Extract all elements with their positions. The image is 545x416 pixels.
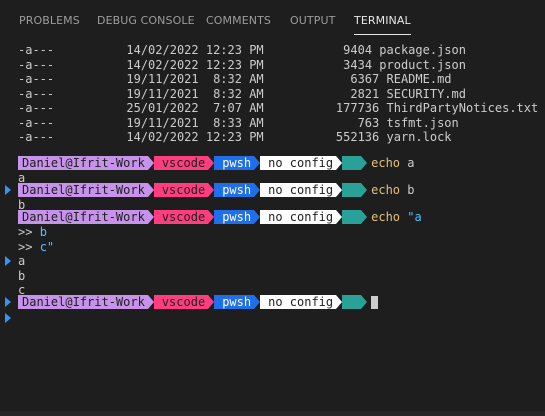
tab-comments[interactable]: COMMENTS bbox=[206, 14, 271, 36]
prompt-config-segment: no config bbox=[260, 210, 337, 224]
segment-separator-icon bbox=[361, 156, 368, 170]
command-text: echo bbox=[371, 209, 401, 224]
prompt-dir-segment: vscode bbox=[153, 183, 209, 197]
tab-debug-console[interactable]: DEBUG CONSOLE bbox=[97, 14, 195, 36]
file-row: -a--- 19/11/2021 8:32 AM 2821 SECURITY.m… bbox=[18, 86, 466, 101]
prompt-git-segment bbox=[342, 156, 362, 170]
file-row: -a--- 19/11/2021 8:33 AM 763 tsfmt.json bbox=[18, 115, 459, 130]
prompt-line: Daniel@Ifrit-Work vscode pwsh no config ech… bbox=[18, 156, 415, 170]
prompt-git-segment bbox=[342, 210, 362, 224]
panel-bottom-edge bbox=[0, 411, 545, 416]
prompt-git-segment bbox=[342, 183, 362, 197]
segment-separator-icon bbox=[361, 210, 368, 224]
prompt-config-segment: no config bbox=[260, 295, 337, 309]
command-arg: "a bbox=[407, 209, 422, 224]
prompt-shell-segment: pwsh bbox=[214, 156, 255, 170]
segment-separator-icon bbox=[361, 183, 368, 197]
prompt-line: Daniel@Ifrit-Work vscode pwsh no config ech… bbox=[18, 210, 422, 224]
prompt-line-current: Daniel@Ifrit-Work vscode pwsh no config bbox=[18, 295, 379, 309]
prompt-config-segment: no config bbox=[260, 156, 337, 170]
prompt-shell-segment: pwsh bbox=[214, 295, 255, 309]
command-text: echo bbox=[371, 155, 401, 170]
file-row: -a--- 14/02/2022 12:23 PM 3434 product.j… bbox=[18, 57, 466, 72]
continuation-line: >> c" bbox=[18, 239, 55, 254]
file-row: -a--- 19/11/2021 8:32 AM 6367 README.md bbox=[18, 72, 452, 86]
prompt-config-segment: no config bbox=[260, 183, 337, 197]
output-line: a bbox=[18, 254, 26, 268]
command-decoration-icon[interactable] bbox=[4, 312, 12, 324]
output-line: b bbox=[18, 268, 26, 283]
command-decoration-icon[interactable] bbox=[4, 255, 12, 267]
continuation-line: >> b bbox=[18, 225, 47, 239]
command-decoration-icon[interactable] bbox=[4, 184, 12, 196]
prompt-shell-segment: pwsh bbox=[214, 183, 255, 197]
text-cursor[interactable] bbox=[371, 295, 379, 309]
tab-problems[interactable]: PROBLEMS bbox=[19, 14, 80, 36]
prompt-line: Daniel@Ifrit-Work vscode pwsh no config ech… bbox=[18, 183, 415, 197]
prompt-dir-segment: vscode bbox=[153, 156, 209, 170]
tab-output[interactable]: OUTPUT bbox=[290, 14, 335, 36]
prompt-git-segment bbox=[342, 295, 362, 309]
panel-tab-bar: PROBLEMS DEBUG CONSOLE COMMENTS OUTPUT T… bbox=[0, 0, 545, 40]
terminal-output[interactable]: -a--- 14/02/2022 12:23 PM 9404 package.j… bbox=[0, 40, 545, 410]
prompt-dir-segment: vscode bbox=[153, 210, 209, 224]
command-text: echo bbox=[371, 182, 401, 197]
command-arg: a bbox=[407, 155, 415, 170]
segment-separator-icon bbox=[361, 295, 368, 309]
prompt-shell-segment: pwsh bbox=[214, 210, 255, 224]
command-arg: b bbox=[407, 182, 415, 197]
file-row: -a--- 14/02/2022 12:23 PM 9404 package.j… bbox=[18, 43, 466, 57]
prompt-user-segment: Daniel@Ifrit-Work bbox=[18, 210, 148, 224]
prompt-user-segment: Daniel@Ifrit-Work bbox=[18, 295, 148, 309]
prompt-user-segment: Daniel@Ifrit-Work bbox=[18, 156, 148, 170]
prompt-user-segment: Daniel@Ifrit-Work bbox=[18, 183, 148, 197]
tab-terminal[interactable]: TERMINAL bbox=[354, 14, 411, 36]
file-row: -a--- 25/01/2022 7:07 AM 177736 ThirdPar… bbox=[18, 101, 539, 115]
prompt-dir-segment: vscode bbox=[153, 295, 209, 309]
file-row: -a--- 14/02/2022 12:23 PM 552136 yarn.lo… bbox=[18, 130, 452, 144]
command-decoration-icon[interactable] bbox=[4, 296, 12, 308]
